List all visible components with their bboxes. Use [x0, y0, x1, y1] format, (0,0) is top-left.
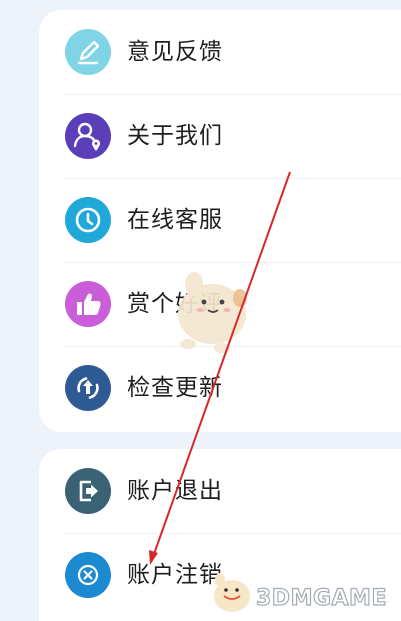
clock-icon [65, 197, 111, 243]
menu-item-label: 账户退出 [127, 478, 223, 504]
menu-item-label: 检查更新 [127, 375, 223, 401]
menu-item-label: 在线客服 [127, 207, 223, 233]
menu-item-check-update[interactable]: 检查更新 [39, 346, 401, 430]
menu-item-about-us[interactable]: 关于我们 [39, 94, 401, 178]
thumbs-up-icon [65, 281, 111, 327]
watermark-mascot-icon [214, 573, 250, 612]
exit-icon [65, 468, 111, 514]
mascot-sticker [178, 272, 247, 353]
watermark-text: 3DMGAME [255, 585, 387, 611]
people-location-icon [65, 113, 111, 159]
edit-pen-icon [65, 29, 111, 75]
close-circle-icon [65, 552, 111, 598]
menu-item-online-support[interactable]: 在线客服 [39, 178, 401, 262]
settings-card-general: 意见反馈 关于我们 在线客服 赏个好评 检查更新 [39, 10, 401, 432]
update-arrow-icon [65, 365, 111, 411]
menu-item-label: 关于我们 [127, 123, 223, 149]
watermark-logo: 3DMGAME [206, 568, 401, 618]
menu-item-logout[interactable]: 账户退出 [39, 449, 401, 533]
menu-item-label: 意见反馈 [127, 39, 223, 65]
menu-item-feedback[interactable]: 意见反馈 [39, 10, 401, 94]
